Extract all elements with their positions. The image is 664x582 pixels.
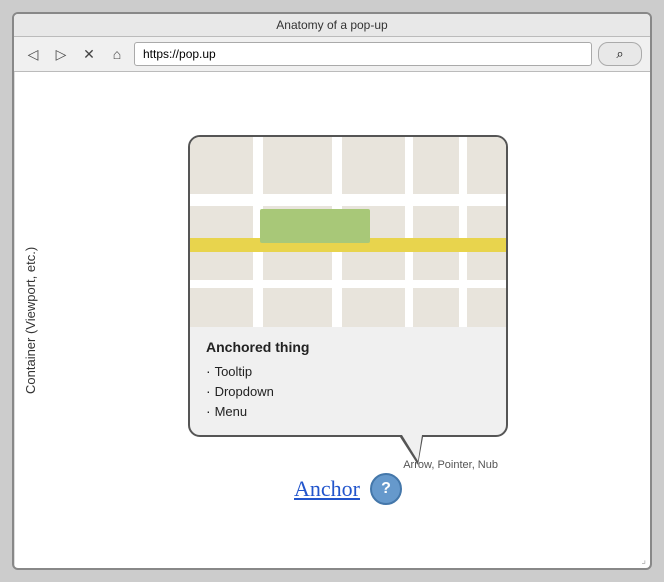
browser-window: Anatomy of a pop-up ◁ ▷ ✕ ⌂ ⌕ Container … xyxy=(12,12,652,570)
main-content: Anchored thing Tooltip Dropdown Menu Arr… xyxy=(46,72,650,568)
list-item: Tooltip xyxy=(206,361,490,381)
map-area xyxy=(190,137,506,327)
map-green-block xyxy=(260,209,371,243)
sidebar-label: Container (Viewport, etc.) xyxy=(14,72,46,568)
search-icon: ⌕ xyxy=(616,46,623,62)
anchor-link[interactable]: Anchor xyxy=(294,476,360,502)
anchored-list: Tooltip Dropdown Menu xyxy=(206,361,490,421)
popup-text: Anchored thing Tooltip Dropdown Menu xyxy=(190,327,506,435)
help-button[interactable]: ? xyxy=(370,473,402,505)
arrow-label: Arrow, Pointer, Nub xyxy=(403,459,498,471)
popup-box: Anchored thing Tooltip Dropdown Menu xyxy=(188,135,508,437)
help-icon: ? xyxy=(381,480,391,498)
page-title: Anatomy of a pop-up xyxy=(276,18,387,32)
map-grid xyxy=(190,137,506,327)
arrow-container: Arrow, Pointer, Nub xyxy=(188,437,508,465)
search-button[interactable]: ⌕ xyxy=(598,42,642,66)
resize-handle[interactable]: ⌟ xyxy=(641,555,646,566)
list-item: Menu xyxy=(206,401,490,421)
address-bar[interactable] xyxy=(134,42,592,66)
forward-button[interactable]: ▷ xyxy=(50,43,72,65)
popup-container: Anchored thing Tooltip Dropdown Menu Arr… xyxy=(188,135,508,505)
title-bar: Anatomy of a pop-up xyxy=(14,14,650,37)
anchored-title: Anchored thing xyxy=(206,339,490,355)
map-road xyxy=(405,137,413,327)
list-item: Dropdown xyxy=(206,381,490,401)
anchor-row: Anchor ? xyxy=(294,473,402,505)
map-road xyxy=(459,137,467,327)
close-button[interactable]: ✕ xyxy=(78,43,100,65)
home-button[interactable]: ⌂ xyxy=(106,43,128,65)
back-button[interactable]: ◁ xyxy=(22,43,44,65)
content-area: Container (Viewport, etc.) xyxy=(14,72,650,568)
toolbar: ◁ ▷ ✕ ⌂ ⌕ xyxy=(14,37,650,72)
